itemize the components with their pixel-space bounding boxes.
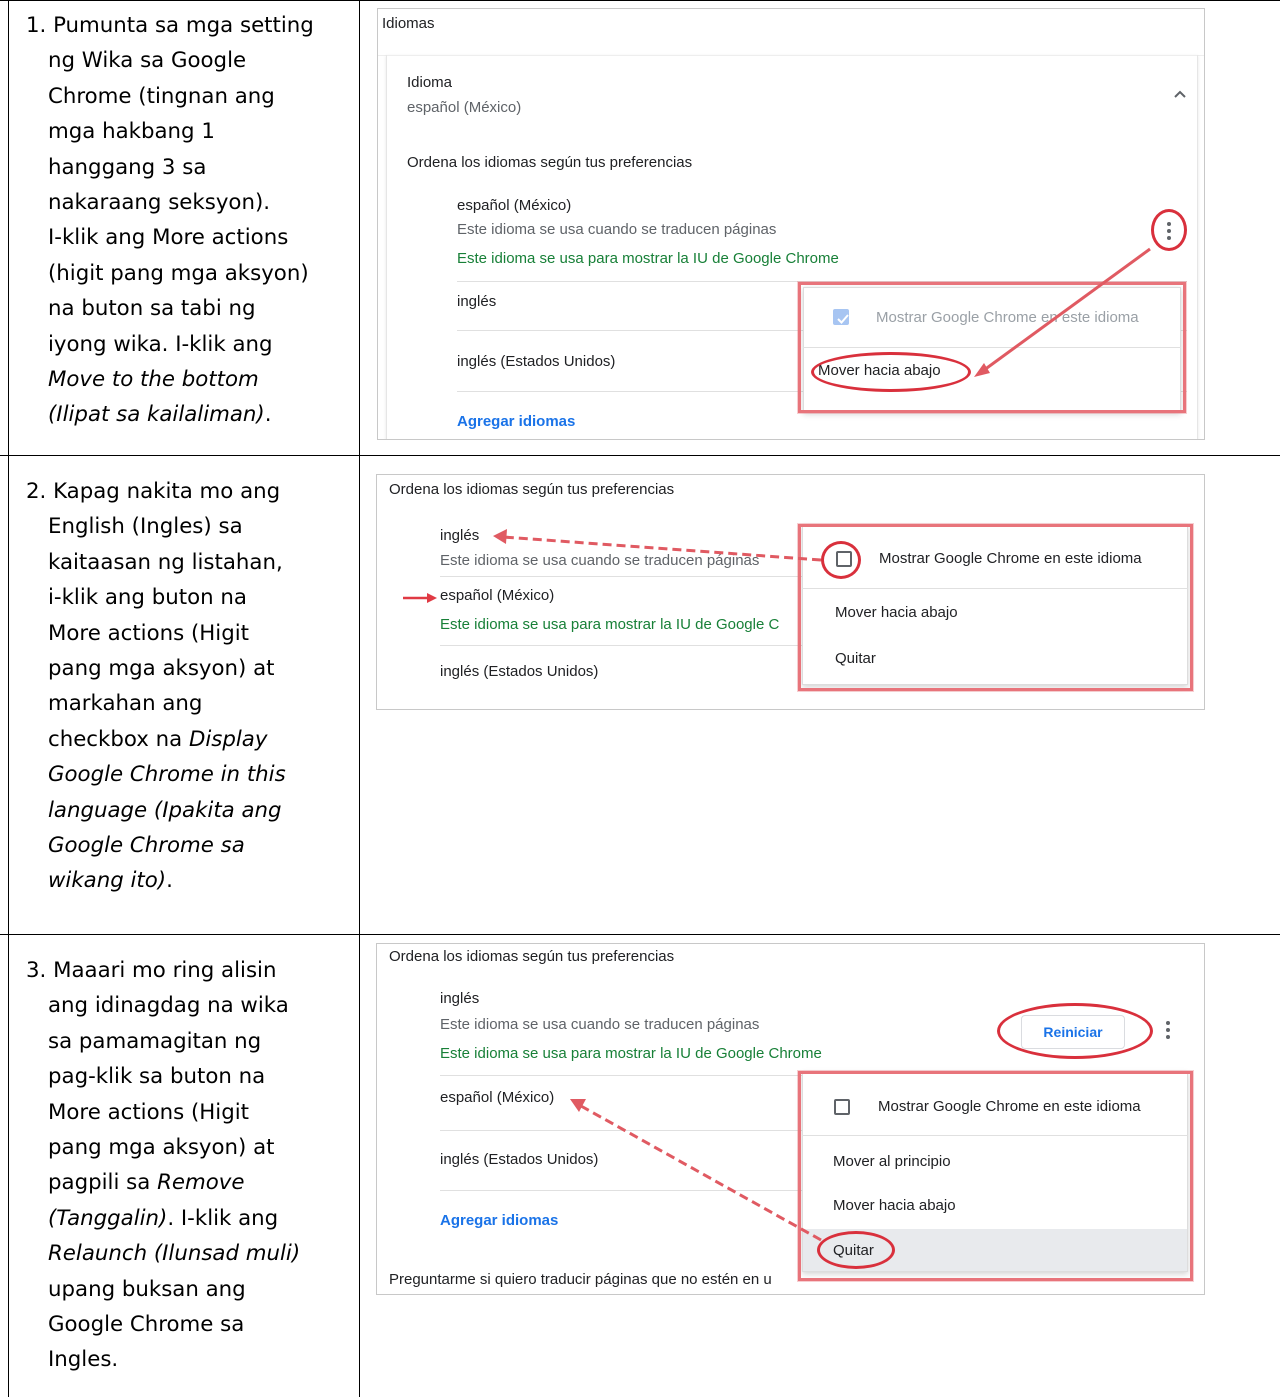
step-text-line: Google Chrome sa	[48, 1312, 245, 1338]
step-text-italic: Move to the bottom	[48, 367, 259, 393]
step-text-italic: Remove	[157, 1170, 245, 1196]
step-text-line: upang buksan ang	[48, 1276, 246, 1302]
step-text-italic: Display	[188, 726, 268, 752]
step-text-line: hanggang 3 sa	[48, 154, 207, 180]
step-text-line: markahan ang	[48, 691, 203, 717]
step-text-line: kaitaasan ng listahan,	[48, 549, 283, 575]
column-divider	[359, 0, 360, 1397]
step-text-line: Chrome (tingnan ang	[48, 83, 275, 109]
step-text-line: ang idinagdag na wika	[48, 993, 289, 1019]
screenshot-3: Ordena los idiomas según tus preferencia…	[376, 943, 1205, 1295]
table-border-left	[8, 0, 9, 1397]
step-text-italic: Google Chrome in this	[48, 762, 286, 788]
annotation-arrow	[570, 1099, 822, 1242]
row-divider	[0, 455, 1280, 456]
step-text-line: English (Ingles) sa	[48, 514, 243, 540]
table-border-top	[0, 0, 1280, 1]
step-text-line: 1. Pumunta sa mga setting	[26, 13, 314, 38]
step-text-line: . I-klik ang	[167, 1205, 279, 1231]
step-text-line: nakaraang seksyon).	[48, 190, 271, 216]
step-2-text: 2. Kapag nakita mo ang English (Ingles) …	[26, 474, 352, 899]
step-text-line: More actions (Higit	[48, 1099, 250, 1125]
step-text-line: i-klik ang buton na	[48, 585, 247, 611]
step-text-line: ng Wika sa Google	[48, 48, 247, 74]
step-text-line: Ingles.	[48, 1347, 119, 1373]
step-text-line: More actions (Higit	[48, 620, 250, 646]
step-text-italic: language (Ipakita ang	[48, 797, 282, 823]
step-text-line: na buton sa tabi ng	[48, 296, 256, 322]
step-text-italic: Google Chrome sa	[48, 833, 245, 859]
step-text-italic: wikang ito)	[48, 868, 167, 894]
annotation-arrows	[403, 529, 822, 603]
step-text-line: pagpili sa	[48, 1170, 151, 1196]
step-text-line: pang mga aksyon) at	[48, 656, 275, 682]
annotation-arrow	[974, 247, 1151, 377]
step-text-line: 3. Maaari mo ring alisin	[26, 958, 277, 983]
step-text-line: pag-klik sa buton na	[48, 1064, 266, 1090]
step-text-tail: .	[166, 868, 173, 894]
step-1-text: 1. Pumunta sa mga setting ng Wika sa Goo…	[26, 8, 352, 433]
screenshot-1: Idiomas Idioma español (México) Ordena l…	[377, 8, 1205, 440]
step-text-line: (higit pang mga aksyon)	[48, 260, 309, 286]
step-text-tail: .	[264, 402, 272, 428]
step-3-text: 3. Maaari mo ring alisin ang idinagdag n…	[26, 953, 352, 1378]
step-text-line: pang mga aksyon) at	[48, 1135, 275, 1161]
step-text-line: mga hakbang 1	[48, 119, 215, 145]
row-divider	[0, 934, 1280, 935]
step-text-italic: (Tanggalin)	[48, 1205, 168, 1231]
step-text-italic: (Ilipat sa kailaliman)	[48, 402, 265, 428]
step-text-line: I-klik ang More actions	[48, 225, 289, 251]
step-text-line: 2. Kapag nakita mo ang	[26, 479, 281, 504]
step-text-line: sa pamamagitan ng	[48, 1028, 262, 1054]
step-text-line: checkbox na	[48, 726, 183, 752]
screenshot-2: Ordena los idiomas según tus preferencia…	[376, 474, 1205, 710]
step-text-line: iyong wika. I-klik ang	[48, 331, 273, 357]
step-text-italic: Relaunch (Ilunsad muli)	[48, 1241, 301, 1267]
